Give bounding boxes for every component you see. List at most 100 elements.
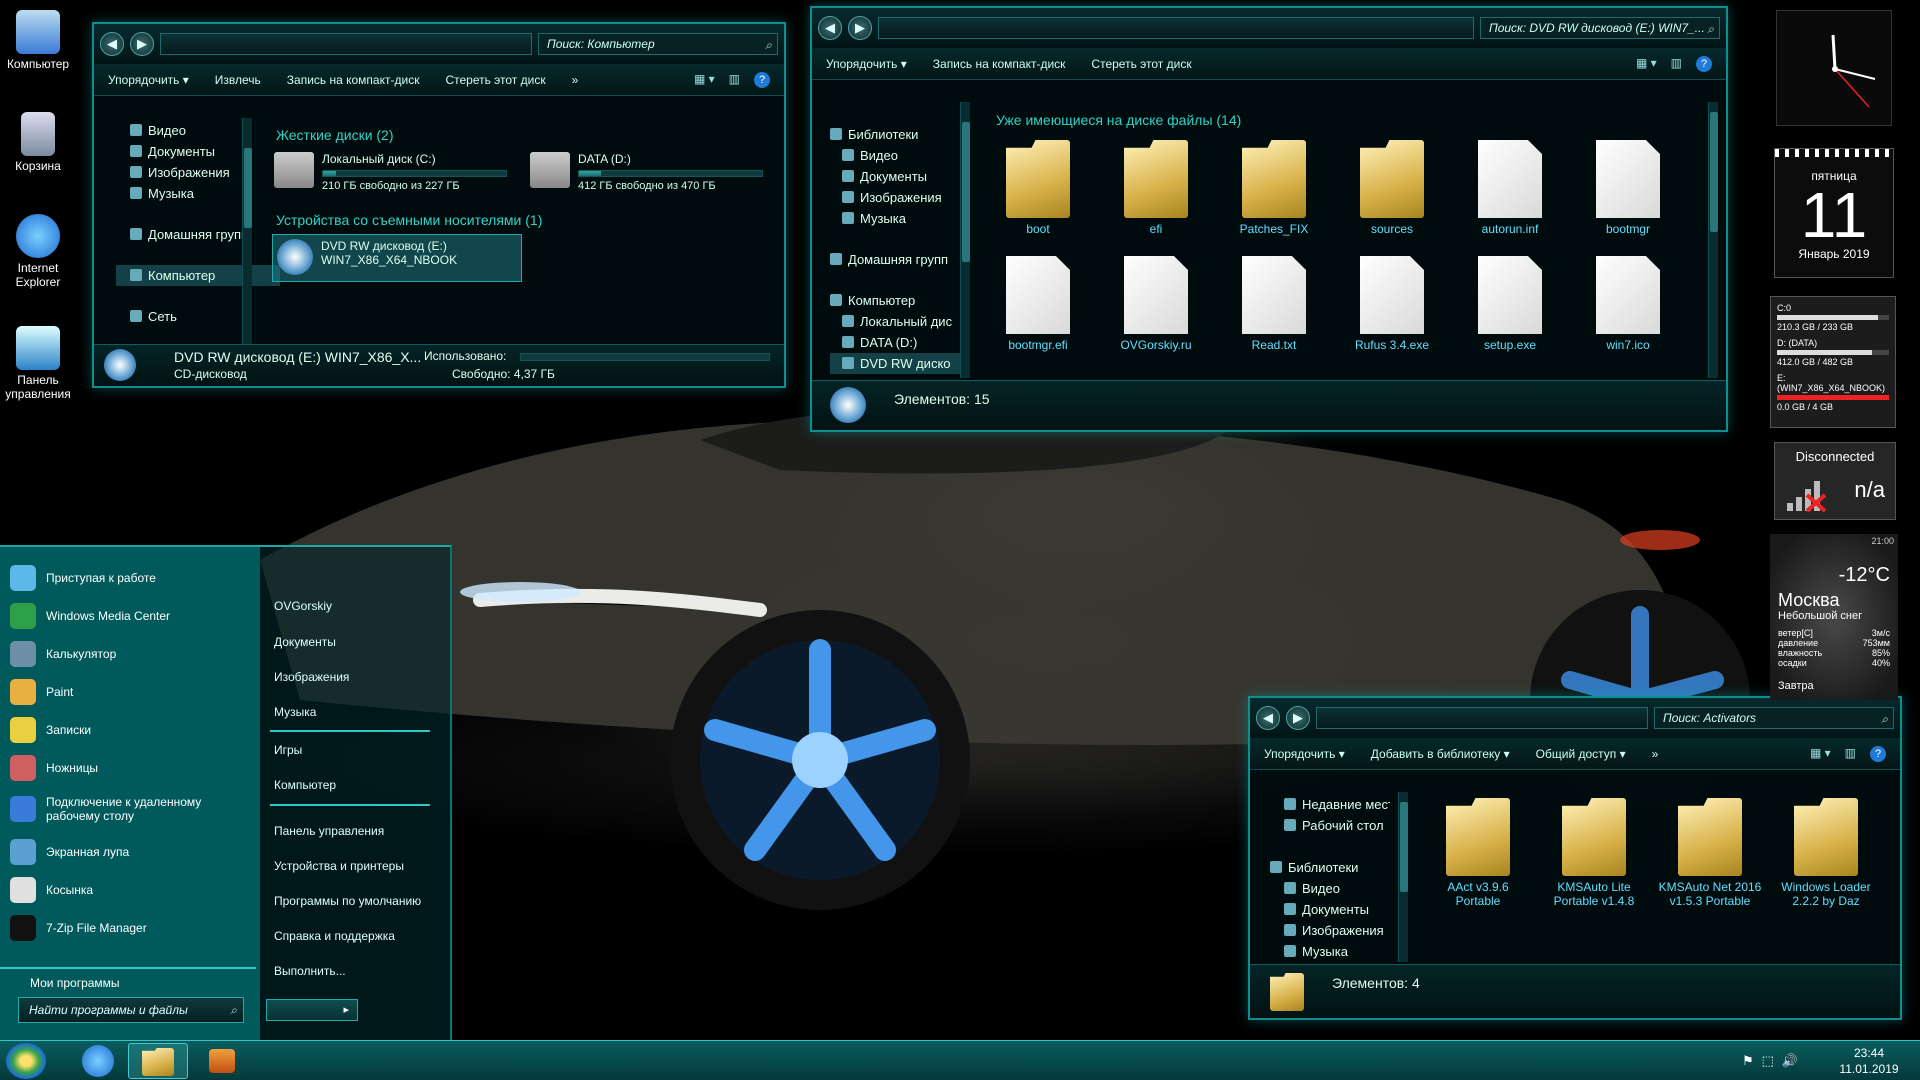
address-bar[interactable]	[160, 33, 532, 55]
desktop-icon-computer[interactable]: Компьютер	[2, 10, 74, 71]
drive-d[interactable]: DATA (D:) 412 ГБ свободно из 470 ГБ	[530, 152, 763, 192]
start-menu-place[interactable]: Панель управления	[274, 824, 384, 838]
window-title-bar[interactable]: ◀ ▶ Поиск: DVD RW дисковод (E:) WIN7_...…	[812, 8, 1726, 48]
network-meter-gadget[interactable]: Disconnected n/a	[1774, 442, 1896, 520]
view-options-icon[interactable]: ▦ ▾	[694, 72, 715, 88]
burn-button[interactable]: Запись на компакт-диск	[933, 57, 1066, 71]
nav-item-music[interactable]: Музыка	[1270, 941, 1390, 962]
start-menu-item[interactable]: Подключение к удаленному рабочему столу	[10, 795, 216, 823]
help-icon[interactable]: ?	[1870, 745, 1886, 762]
taskbar-internet-explorer[interactable]	[68, 1043, 128, 1079]
content-scrollbar[interactable]	[1708, 102, 1718, 378]
organize-menu[interactable]: Упорядочить ▾	[826, 57, 907, 71]
folder-item[interactable]: KMSAuto Net 2016 v1.5.3 Portable	[1658, 798, 1762, 908]
dvd-drive-e[interactable]: DVD RW дисковод (E:) WIN7_X86_X64_NBOOK	[272, 234, 522, 282]
nav-item-documents[interactable]: Документы	[1270, 899, 1390, 920]
file-item[interactable]: bootmgr.efi	[986, 256, 1090, 352]
add-to-library-menu[interactable]: Добавить в библиотеку ▾	[1371, 747, 1510, 761]
organize-menu[interactable]: Упорядочить ▾	[1264, 747, 1345, 761]
nav-scrollbar[interactable]	[1398, 792, 1408, 962]
start-search-input[interactable]: Найти программы и файлы ⌕	[18, 997, 244, 1023]
burn-button[interactable]: Запись на компакт-диск	[287, 73, 420, 87]
nav-item-pictures[interactable]: Изображения	[830, 187, 970, 208]
preview-pane-icon[interactable]: ▥	[729, 72, 740, 88]
start-menu-item[interactable]: Windows Media Center	[10, 603, 216, 629]
file-item[interactable]: Rufus 3.4.exe	[1340, 256, 1444, 352]
back-button[interactable]: ◀	[1256, 706, 1280, 730]
nav-item-video[interactable]: Видео	[130, 120, 280, 141]
address-bar[interactable]	[1316, 707, 1648, 729]
file-item[interactable]: win7.ico	[1576, 256, 1680, 352]
file-item[interactable]: efi	[1104, 140, 1208, 236]
start-menu-place[interactable]: OVGorskiy	[274, 599, 332, 613]
more-commands-button[interactable]: »	[572, 73, 579, 87]
file-item[interactable]: autorun.inf	[1458, 140, 1562, 236]
eject-button[interactable]: Извлечь	[215, 73, 261, 87]
nav-item-homegroup[interactable]: Домашняя групп	[130, 224, 280, 245]
nav-item-desktop[interactable]: Рабочий стол	[1270, 815, 1390, 836]
forward-button[interactable]: ▶	[1286, 706, 1310, 730]
nav-item-homegroup[interactable]: Домашняя групп	[830, 249, 970, 270]
window-title-bar[interactable]: ◀ ▶ Поиск: Компьютер ⌕	[94, 24, 784, 64]
desktop-icon-control-panel[interactable]: Панель управления	[2, 326, 74, 401]
file-item[interactable]: Patches_FIX	[1222, 140, 1326, 236]
erase-disc-button[interactable]: Стереть этот диск	[445, 73, 545, 87]
clock-gadget[interactable]	[1776, 10, 1892, 126]
back-button[interactable]: ◀	[100, 32, 124, 56]
address-bar[interactable]	[878, 17, 1474, 39]
search-input[interactable]: Поиск: DVD RW дисковод (E:) WIN7_... ⌕	[1480, 17, 1720, 39]
forward-button[interactable]: ▶	[130, 32, 154, 56]
search-input[interactable]: Поиск: Activators ⌕	[1654, 707, 1894, 729]
organize-menu[interactable]: Упорядочить ▾	[108, 73, 189, 87]
start-menu-place[interactable]: Выполнить...	[274, 964, 346, 978]
start-menu-place[interactable]: Изображения	[274, 670, 349, 684]
nav-scrollbar[interactable]	[960, 102, 970, 378]
nav-item-libraries[interactable]: Библиотеки	[1270, 857, 1390, 878]
taskbar-media-player[interactable]	[192, 1043, 252, 1079]
nav-item-computer[interactable]: Компьютер	[116, 265, 280, 286]
start-menu-item[interactable]: Косынка	[10, 877, 216, 903]
explorer-window-computer[interactable]: ◀ ▶ Поиск: Компьютер ⌕ Упорядочить ▾ Извл…	[92, 22, 786, 388]
nav-item-documents[interactable]: Документы	[830, 166, 970, 187]
taskbar-windows-explorer[interactable]	[128, 1043, 188, 1079]
start-menu-item[interactable]: Приступая к работе	[10, 565, 216, 591]
file-item[interactable]: sources	[1340, 140, 1444, 236]
file-item[interactable]: Read.txt	[1222, 256, 1326, 352]
nav-item-pictures[interactable]: Изображения	[130, 162, 280, 183]
file-item[interactable]: bootmgr	[1576, 140, 1680, 236]
explorer-window-dvd[interactable]: ◀ ▶ Поиск: DVD RW дисковод (E:) WIN7_...…	[810, 6, 1728, 432]
window-title-bar[interactable]: ◀ ▶ Поиск: Activators ⌕	[1250, 698, 1900, 738]
preview-pane-icon[interactable]: ▥	[1671, 56, 1682, 72]
start-menu-item[interactable]: Ножницы	[10, 755, 216, 781]
nav-item-drive-d[interactable]: DATA (D:)	[830, 332, 970, 353]
nav-item-libraries[interactable]: Библиотеки	[830, 124, 970, 145]
nav-item-network[interactable]: Сеть	[130, 306, 280, 327]
start-menu-item[interactable]: Экранная лупа	[10, 839, 216, 865]
nav-item-music[interactable]: Музыка	[130, 183, 280, 204]
file-item[interactable]: boot	[986, 140, 1090, 236]
nav-item-computer[interactable]: Компьютер	[830, 290, 970, 311]
start-menu-place[interactable]: Устройства и принтеры	[274, 859, 404, 873]
start-menu-place[interactable]: Музыка	[274, 705, 316, 719]
forward-button[interactable]: ▶	[848, 16, 872, 40]
help-icon[interactable]: ?	[754, 71, 770, 88]
all-programs-button[interactable]: Мои программы	[30, 965, 120, 1001]
folder-item[interactable]: KMSAuto Lite Portable v1.4.8	[1542, 798, 1646, 908]
nav-item-music[interactable]: Музыка	[830, 208, 970, 229]
desktop-icon-recycle-bin[interactable]: Корзина	[2, 112, 74, 173]
file-item[interactable]: setup.exe	[1458, 256, 1562, 352]
start-menu-place[interactable]: Компьютер	[274, 778, 336, 792]
start-menu-place[interactable]: Программы по умолчанию	[274, 894, 421, 908]
folder-item[interactable]: AAct v3.9.6 Portable	[1426, 798, 1530, 908]
view-options-icon[interactable]: ▦ ▾	[1636, 56, 1657, 72]
drive-meter-gadget[interactable]: C:0 210.3 GB / 233 GB D: (DATA) 412.0 GB / …	[1770, 296, 1896, 428]
start-button[interactable]	[6, 1043, 46, 1079]
start-menu-place[interactable]: Игры	[274, 743, 302, 757]
start-menu-place[interactable]: Справка и поддержка	[274, 929, 395, 943]
desktop-icon-internet-explorer[interactable]: Internet Explorer	[2, 214, 74, 289]
start-menu-place[interactable]: Документы	[274, 635, 336, 649]
more-commands-button[interactable]: »	[1652, 747, 1659, 761]
erase-disc-button[interactable]: Стереть этот диск	[1091, 57, 1191, 71]
folder-item[interactable]: Windows Loader 2.2.2 by Daz	[1774, 798, 1878, 908]
back-button[interactable]: ◀	[818, 16, 842, 40]
